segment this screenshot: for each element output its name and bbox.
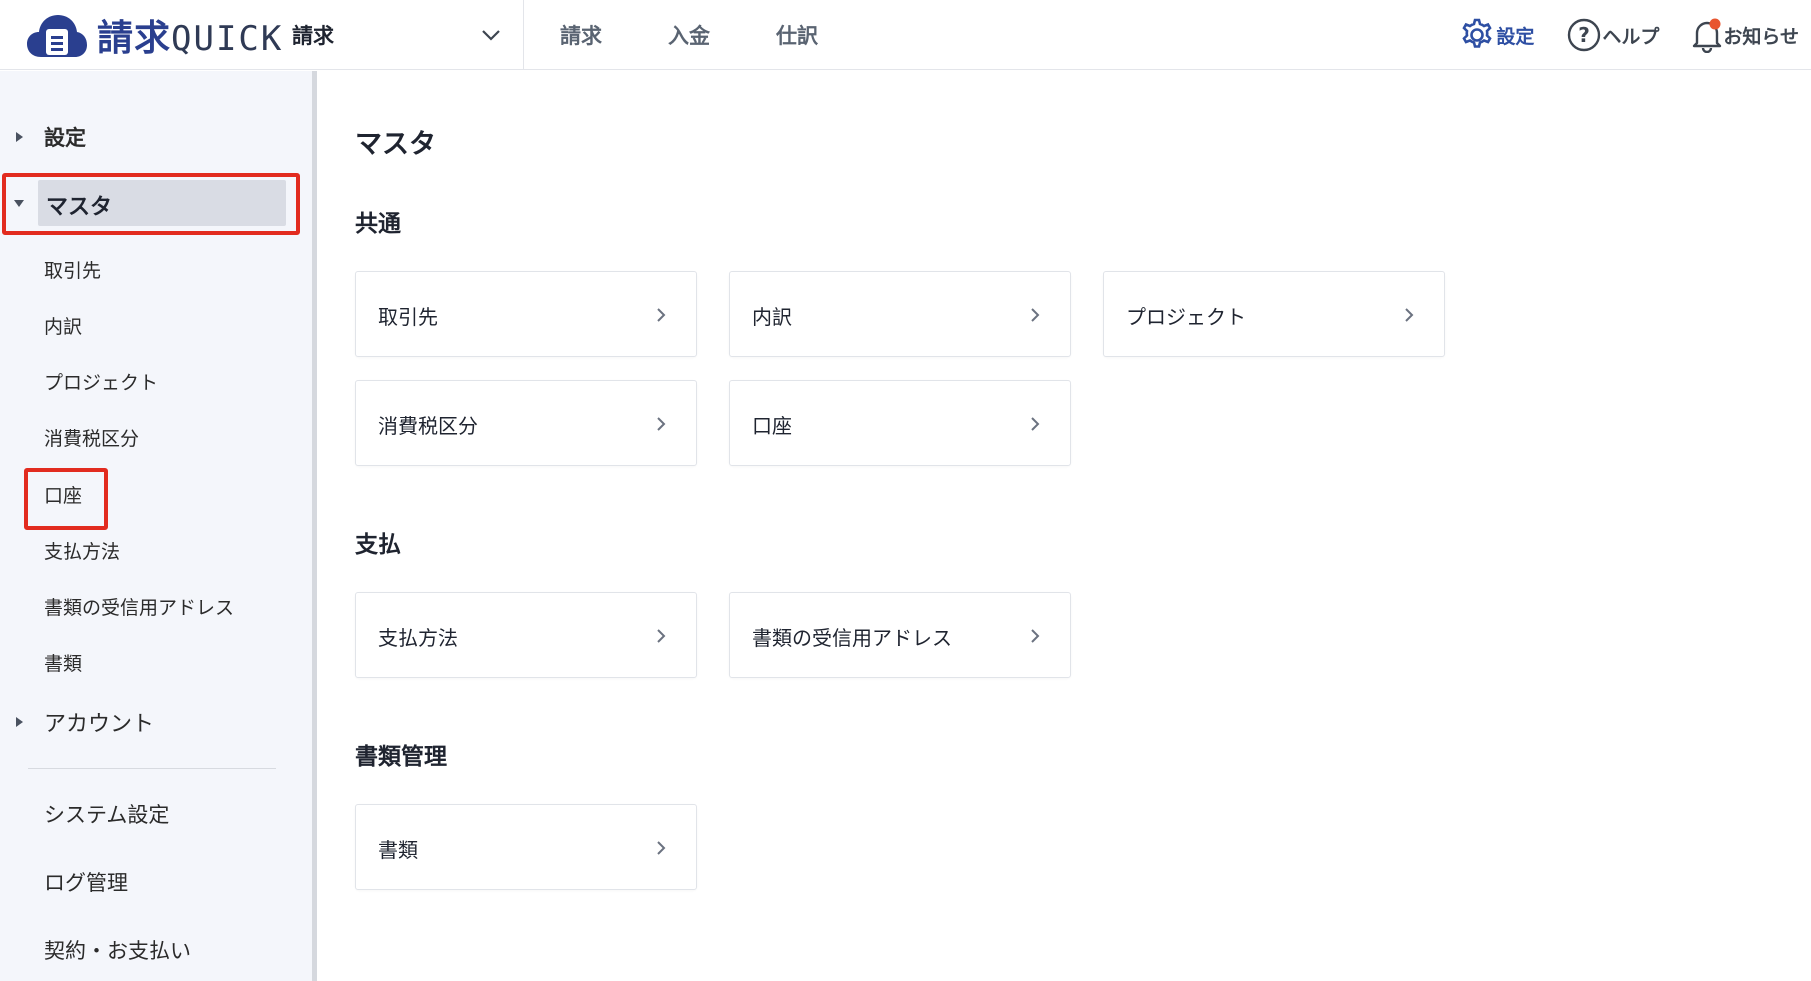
card-bank-account[interactable]: 口座	[729, 380, 1071, 466]
sidebar-group-account[interactable]: アカウント	[0, 702, 300, 742]
chevron-right-icon	[657, 841, 666, 855]
nav-invoice[interactable]: 請求	[560, 20, 602, 50]
help-label: ヘルプ	[1602, 25, 1660, 48]
nav-journal[interactable]: 仕訳	[776, 20, 818, 50]
sidebar-item-log-management[interactable]: ログ管理	[44, 867, 128, 897]
section-title-payment: 支払	[355, 532, 401, 558]
caret-right-icon	[16, 132, 23, 142]
bell-icon	[1693, 18, 1722, 53]
logo-wordmark: 請求QUICK	[97, 9, 283, 61]
sidebar-item-tax-category[interactable]: 消費税区分	[44, 424, 139, 454]
card-label: 支払方法	[378, 626, 458, 650]
page-title: マスタ	[355, 129, 436, 160]
notification-dot	[1709, 18, 1721, 30]
card-label: 口座	[752, 414, 792, 438]
chevron-right-icon	[1031, 308, 1040, 322]
notifications-link[interactable]: お知らせ	[1691, 17, 1799, 53]
sidebar-item-breakdown[interactable]: 内訳	[44, 312, 82, 342]
sidebar-item-system-settings[interactable]: システム設定	[44, 799, 169, 829]
main-content: マスタ 共通 取引先 内訳 プロジェクト 消費税区分 口座 支払 支払方法 書類…	[317, 71, 1811, 981]
help-link[interactable]: ? ヘルプ	[1566, 17, 1659, 53]
sidebar-group-settings-label: 設定	[44, 126, 86, 150]
card-tax-category[interactable]: 消費税区分	[355, 380, 697, 466]
header-actions: 設定 ? ヘルプ お知らせ	[1458, 0, 1811, 70]
product-switcher-label: 請求	[292, 24, 334, 48]
card-documents[interactable]: 書類	[355, 804, 697, 890]
sidebar-item-receiving-address[interactable]: 書類の受信用アドレス	[44, 593, 234, 623]
chevron-right-icon	[657, 629, 666, 643]
settings-label: 設定	[1496, 25, 1535, 48]
sidebar-item-payment-method[interactable]: 支払方法	[44, 537, 120, 567]
chevron-right-icon	[1031, 629, 1040, 643]
logo-wordmark-kanji: 請求	[97, 18, 172, 59]
sidebar-group-settings[interactable]: 設定	[0, 117, 300, 157]
question-circle-icon: ?	[1568, 18, 1601, 52]
highlight-box-bank-account	[24, 468, 108, 530]
chevron-down-icon	[482, 30, 500, 41]
app-logo[interactable]: 請求QUICK	[25, 10, 283, 60]
top-header: 請求QUICK 請求 請求 入金 仕訳 設定 ? ヘルプ お知らせ	[0, 0, 1811, 70]
section-title-common: 共通	[355, 211, 401, 237]
product-switcher[interactable]: 請求	[292, 0, 524, 70]
settings-link[interactable]: 設定	[1458, 16, 1534, 54]
card-label: プロジェクト	[1126, 305, 1246, 329]
card-label: 書類の受信用アドレス	[752, 626, 952, 650]
sidebar-item-project[interactable]: プロジェクト	[44, 368, 158, 398]
section-title-document-management: 書類管理	[355, 744, 447, 770]
caret-right-icon	[16, 717, 23, 727]
svg-text:?: ?	[1579, 23, 1591, 47]
chevron-right-icon	[1031, 417, 1040, 431]
top-nav: 請求 入金 仕訳	[560, 0, 884, 70]
chevron-right-icon	[657, 308, 666, 322]
notifications-label: お知らせ	[1723, 25, 1799, 48]
sidebar-item-clients[interactable]: 取引先	[44, 256, 101, 286]
sidebar-divider	[28, 768, 276, 769]
sidebar-item-contract-billing[interactable]: 契約・お支払い	[44, 935, 191, 965]
highlight-box-master	[2, 173, 300, 235]
chevron-right-icon	[1405, 308, 1414, 322]
card-label: 内訳	[752, 305, 792, 329]
card-project[interactable]: プロジェクト	[1103, 271, 1445, 357]
card-receiving-address[interactable]: 書類の受信用アドレス	[729, 592, 1071, 678]
logo-wordmark-latin: QUICK	[171, 19, 284, 59]
card-label: 消費税区分	[378, 414, 478, 438]
sidebar-group-account-label: アカウント	[44, 712, 155, 737]
card-breakdown[interactable]: 内訳	[729, 271, 1071, 357]
card-label: 取引先	[378, 305, 438, 329]
card-clients[interactable]: 取引先	[355, 271, 697, 357]
gear-icon	[1462, 18, 1492, 48]
sidebar-item-documents[interactable]: 書類	[44, 649, 82, 679]
card-payment-method[interactable]: 支払方法	[355, 592, 697, 678]
card-label: 書類	[378, 838, 418, 862]
cloud-document-icon	[25, 11, 89, 59]
chevron-right-icon	[657, 417, 666, 431]
nav-payment-received[interactable]: 入金	[668, 20, 710, 50]
